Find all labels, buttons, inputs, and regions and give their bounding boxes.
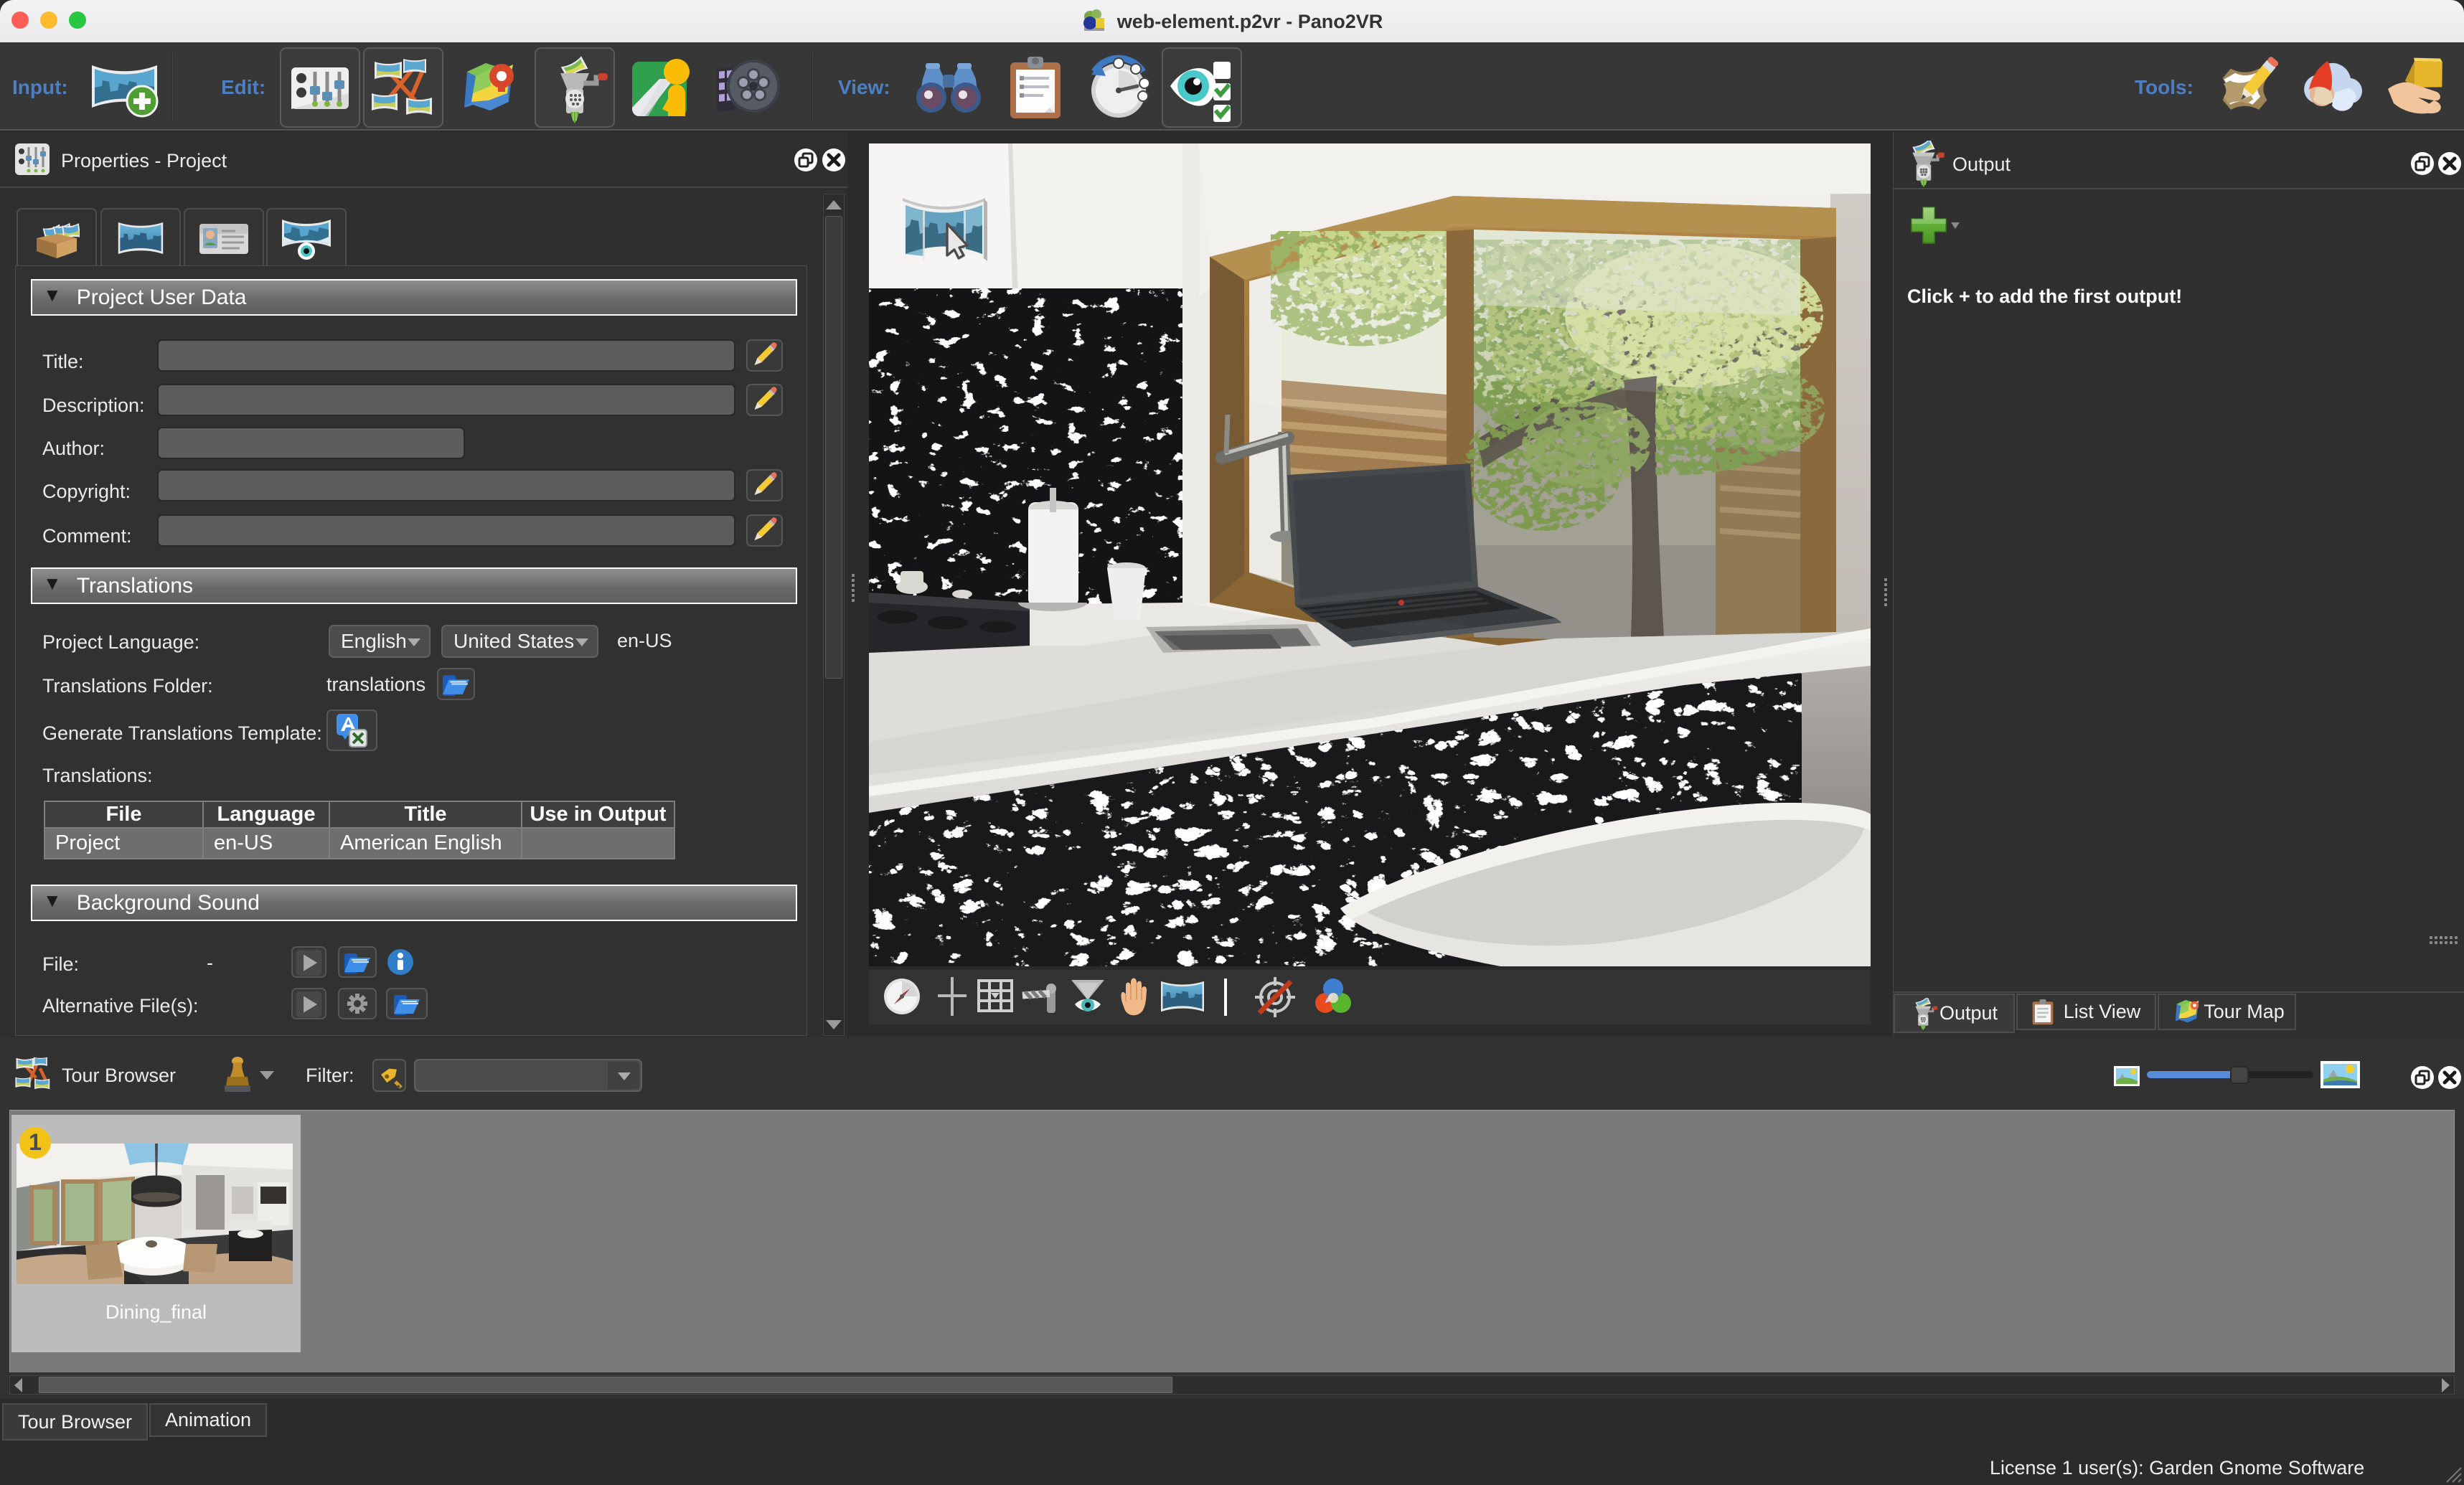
svg-text:1: 1 — [29, 1129, 42, 1155]
